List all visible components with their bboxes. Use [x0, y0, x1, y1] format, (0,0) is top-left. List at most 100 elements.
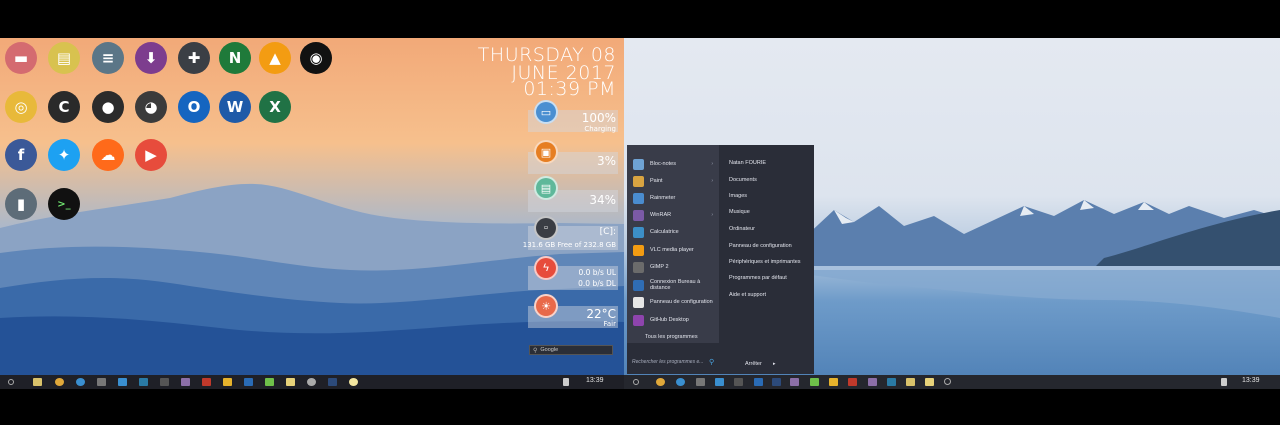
outlook-icon[interactable]: O [178, 91, 210, 123]
program-label: Connexion Bureau à distance [650, 279, 701, 291]
taskbar-winrar-icon[interactable] [829, 378, 838, 386]
start-menu-place[interactable]: Panneau de configuration [729, 243, 792, 249]
storage-icon[interactable]: ≡ [92, 42, 124, 74]
word-icon[interactable]: W [219, 91, 251, 123]
folder-icon[interactable]: ▬ [5, 42, 37, 74]
network-tray-icon[interactable] [563, 378, 569, 386]
taskbar-ie-icon[interactable] [76, 378, 85, 386]
ram-icon: ▤ [534, 176, 558, 200]
battery-value: 100% [581, 111, 616, 125]
start-menu-place[interactable]: Périphériques et imprimantes [729, 259, 801, 265]
start-menu-place[interactable]: Aide et support [729, 292, 766, 298]
taskbar-filezilla-icon[interactable] [202, 378, 211, 386]
clock-time: 01:39 PM [523, 78, 616, 100]
download-icon[interactable]: ⬇ [135, 42, 167, 74]
taskbar-calculator-icon[interactable] [887, 378, 896, 386]
vlc-icon[interactable]: ▲ [259, 42, 291, 74]
start-menu-program[interactable]: Rainmeter [633, 190, 719, 206]
google-search-box[interactable]: ⚲ Google [529, 345, 613, 355]
program-label: Bloc-notes [650, 161, 676, 167]
taskbar-calculator-icon[interactable] [139, 378, 148, 386]
battery-icon: ▭ [534, 100, 558, 124]
soundcloud-icon[interactable]: ☁ [92, 139, 124, 171]
terminal-icon[interactable]: >_ [48, 188, 80, 220]
taskbar-clock-app-icon[interactable] [944, 378, 951, 385]
start-menu-search-input[interactable]: Rechercher les programmes e... [632, 359, 712, 369]
file-icon[interactable]: ▤ [48, 42, 80, 74]
gimp-icon[interactable]: ◕ [135, 91, 167, 123]
taskbar-notepadpp-icon[interactable] [265, 378, 274, 386]
notepadpp-icon[interactable]: N [219, 42, 251, 74]
taskbar-settings-icon[interactable] [868, 378, 877, 386]
taskbar-notepadpp-icon[interactable] [810, 378, 819, 386]
taskbar-clock[interactable]: 13:39 [1242, 377, 1260, 384]
ram-value: 34% [589, 193, 616, 207]
start-button[interactable] [8, 379, 14, 385]
taskbar-clock[interactable]: 13:39 [586, 377, 604, 384]
taskbar-word-icon[interactable] [754, 378, 763, 386]
cpu-value: 3% [596, 154, 616, 168]
start-menu-program[interactable]: GIMP 2 [633, 259, 719, 275]
start-menu-place[interactable]: Images [729, 193, 747, 199]
start-menu-program[interactable]: Panneau de configuration › [633, 294, 719, 310]
chrome-icon[interactable]: ◎ [5, 91, 37, 123]
shutdown-options-arrow[interactable]: ▸ [773, 361, 776, 367]
start-menu-place[interactable]: Programmes par défaut [729, 275, 787, 281]
youtube-icon[interactable]: ▶ [135, 139, 167, 171]
all-programs-link[interactable]: Tous les programmes [645, 334, 698, 340]
start-menu-place[interactable]: Ordinateur [729, 226, 755, 232]
start-menu-program[interactable]: Bloc-notes › [633, 156, 719, 172]
taskbar-notes-icon[interactable] [925, 378, 934, 386]
taskbar-edge-icon[interactable] [715, 378, 724, 386]
taskbar-chrome-icon[interactable] [55, 378, 64, 386]
taskbar-notes-icon[interactable] [286, 378, 295, 386]
taskbar-winrar-icon[interactable] [223, 378, 232, 386]
start-menu-place[interactable]: Documents [729, 177, 757, 183]
taskbar-filezilla-icon[interactable] [848, 378, 857, 386]
taskbar-weather-icon[interactable] [349, 378, 358, 386]
taskbar-rainmeter-icon[interactable] [790, 378, 799, 386]
facebook-icon[interactable]: f [5, 139, 37, 171]
start-menu-program[interactable]: Connexion Bureau à distance [633, 277, 719, 293]
excel-icon[interactable]: X [259, 91, 291, 123]
twitter-icon[interactable]: ✦ [48, 139, 80, 171]
taskbar-word-icon[interactable] [244, 378, 253, 386]
left-desktop: ▬ ▤ ≡ ⬇ ✚ N ▲ ◉ ◎ C ● ◕ O W Xf ✦ ☁ ▶ ▮ >_ THURSDAY 08 JUNE … [0, 38, 624, 389]
weather-condition: Fair [603, 320, 617, 328]
taskbar-paint-icon[interactable] [307, 378, 316, 386]
network-tray-icon[interactable] [1221, 378, 1227, 386]
github-icon[interactable]: ● [92, 91, 124, 123]
sun-icon: ☀ [534, 294, 558, 318]
start-button[interactable] [633, 379, 639, 385]
start-menu-program[interactable]: GitHub Desktop [633, 312, 719, 328]
taskbar-app-icon[interactable] [696, 378, 705, 386]
start-menu-program[interactable]: WinRAR › [633, 207, 719, 223]
taskbar-explorer-icon[interactable] [33, 378, 42, 386]
taskbar-chrome-icon[interactable] [656, 378, 665, 386]
taskbar-remote-icon[interactable] [328, 378, 337, 386]
taskbar-app-icon[interactable] [97, 378, 106, 386]
left-taskbar: 13:39 [0, 375, 624, 389]
program-icon [633, 261, 644, 273]
program-icon [633, 175, 644, 187]
start-menu-program[interactable]: Calculatrice [633, 224, 719, 240]
shutdown-button[interactable]: Arrêter [745, 361, 762, 367]
recycle-bin-icon[interactable]: ▮ [5, 188, 37, 220]
taskbar-monitor-icon[interactable] [160, 378, 169, 386]
taskbar-edge-icon[interactable] [118, 378, 127, 386]
start-menu-program[interactable]: Paint › [633, 173, 719, 189]
taskbar-rainmeter-icon[interactable] [181, 378, 190, 386]
calculator-icon[interactable]: ✚ [178, 42, 210, 74]
obs-icon[interactable]: ◉ [300, 42, 332, 74]
program-icon [633, 158, 644, 170]
taskbar-explorer-icon[interactable] [906, 378, 915, 386]
taskbar-ie-icon[interactable] [676, 378, 685, 386]
start-menu-program[interactable]: VLC media player [633, 242, 719, 258]
start-menu-place[interactable]: Natan FOURIE [729, 160, 766, 166]
start-menu: Bloc-notes › Paint › Rainmeter WinRAR › Calcula… [627, 145, 814, 374]
taskbar-remote-icon[interactable] [772, 378, 781, 386]
start-menu-place[interactable]: Musique [729, 209, 750, 215]
search-icon: ⚲ [709, 359, 715, 366]
ccleaner-icon[interactable]: C [48, 91, 80, 123]
taskbar-monitor-icon[interactable] [734, 378, 743, 386]
